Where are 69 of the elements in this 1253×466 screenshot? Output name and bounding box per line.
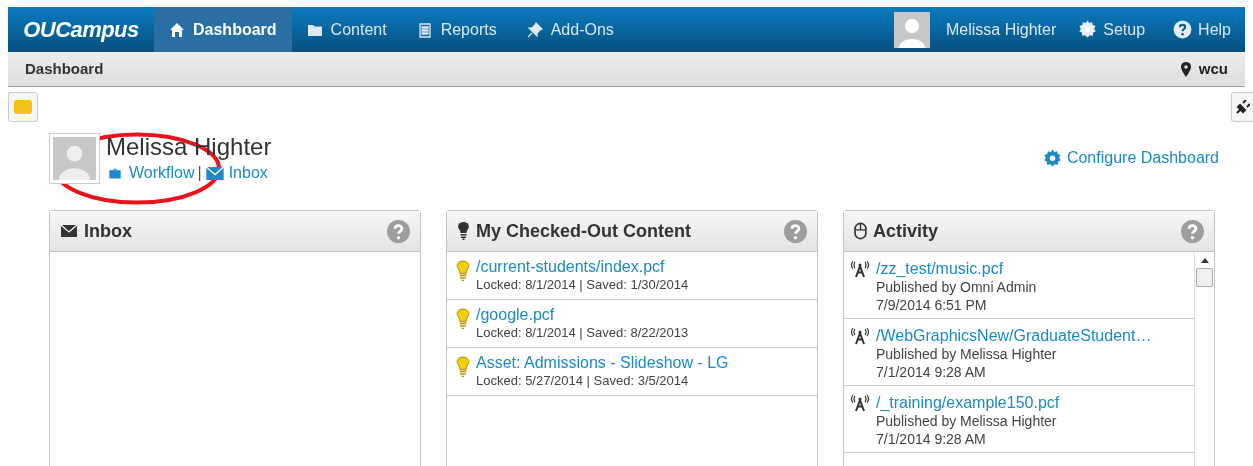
panel-list-item[interactable]: /current-students/index.pcf Locked: 8/1/2014 | Saved: 1/30/2014 [447,252,817,300]
lightbulb-icon [457,222,470,240]
broadcast-tower-icon [850,394,870,412]
item-detail: 7/9/2014 6:51 PM [876,296,988,314]
folder-toggle-button[interactable] [8,92,38,122]
panel-list-item[interactable]: /WebGraphicsNew/GraduateStudent… Published by Melissa Highter 7/1/2014 9:28 AM [844,319,1194,386]
panel-title: Inbox [60,217,132,245]
item-link[interactable]: Asset: Admissions - Slideshow - LG [476,353,729,372]
item-detail: Locked: 5/27/2014 | Saved: 3/5/2014 [476,372,690,389]
nav-link[interactable]: Setup [1064,7,1160,52]
panel-list-item[interactable]: /google.pcf Locked: 8/1/2014 | Saved: 8/22/2013 [447,300,817,348]
profile-name: Melissa Highter [106,133,272,161]
profile-link[interactable]: Workflow [106,161,195,185]
item-detail: Locked: 8/1/2014 | Saved: 1/30/2014 [476,276,689,293]
broadcast-tower-icon [850,327,870,345]
panel-list-item[interactable]: Asset: Admissions - Slideshow - LG Locked: 5/27/2014 | Saved: 3/5/2014 [447,348,817,396]
lightbulb-icon [456,308,470,330]
link-separator: | [197,163,202,183]
scrollbar[interactable] [1194,252,1214,466]
nav-tab[interactable]: Reports [401,7,512,52]
lightbulb-icon [456,260,470,282]
help-icon [1173,20,1193,39]
profile-link[interactable]: Inbox [205,161,268,185]
item-link[interactable]: /zz_test/music.pcf [876,259,1037,278]
envelope-icon [205,166,224,180]
logo[interactable]: OUCampus [8,7,154,52]
panel-title: My Checked-Out Content [457,217,691,245]
nav-tab[interactable]: Dashboard [154,7,292,52]
item-detail: Published by Omni Admin [876,278,1037,296]
nav-tab[interactable]: Content [291,7,402,52]
help-icon[interactable] [1181,219,1204,243]
envelope-icon [60,225,78,237]
plug-icon [1236,100,1250,114]
item-link[interactable]: /google.pcf [476,305,689,324]
location-pin-icon [1180,61,1191,77]
mouse-icon [854,222,867,240]
lightbulb-icon [456,356,470,378]
home-icon [169,21,185,38]
panel-list-item[interactable]: /_training/example150.pcf Published by Melissa Highter 7/1/2014 9:28 AM [844,386,1194,453]
configure-dashboard-link[interactable]: Configure Dashboard [1042,146,1219,170]
item-detail: 7/1/2014 9:28 AM [876,430,987,448]
scrollbar-thumb[interactable] [1196,268,1213,287]
item-link[interactable]: /WebGraphicsNew/GraduateStudent… [876,326,1152,345]
briefcase-icon [106,166,124,180]
pushpin-icon [526,21,543,38]
item-detail: Published by Melissa Highter [876,412,1058,430]
settings-icon [1042,148,1062,168]
panel-title: Activity [854,217,939,245]
broadcast-tower-icon [850,260,870,278]
help-icon[interactable] [387,219,410,243]
avatar-icon [894,11,930,48]
item-link[interactable]: /current-students/index.pcf [476,257,689,276]
scroll-up-icon[interactable] [1200,258,1209,263]
panel-list-item[interactable]: /zz_test/music.pcf Published by Omni Admin 7/9/2014 6:51 PM [844,252,1194,319]
help-icon[interactable] [784,219,807,243]
item-detail: 7/1/2014 9:28 AM [876,363,987,381]
page-title: Dashboard [25,58,104,79]
nav-tab[interactable]: Add-Ons [511,7,629,52]
user-menu[interactable]: Melissa Highter [886,7,1065,52]
item-link[interactable]: /_training/example150.pcf [876,393,1060,412]
folder-icon [14,100,32,114]
item-detail: Published by Melissa Highter [876,345,1058,363]
site-name[interactable]: wcu [1180,57,1228,81]
item-detail: Locked: 8/1/2014 | Saved: 8/22/2013 [476,324,689,341]
settings-icon [1078,20,1098,39]
plug-toggle-button[interactable] [1231,92,1253,122]
clipboard-icon [416,21,433,38]
nav-link[interactable]: Help [1159,7,1245,52]
avatar-icon [49,133,100,184]
